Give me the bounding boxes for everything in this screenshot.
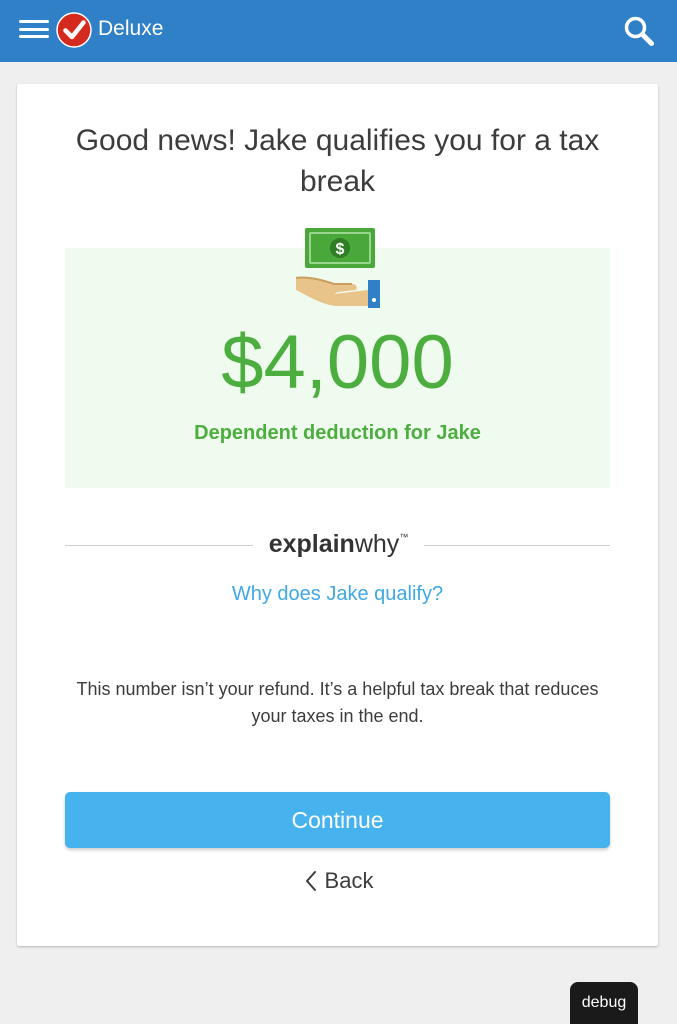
back-button[interactable]: Back: [289, 865, 389, 897]
cash-in-hand-icon: $: [295, 228, 380, 308]
page-title: Good news! Jake qualifies you for a tax …: [75, 124, 600, 198]
disclaimer-text: This number isn’t your refund. It’s a he…: [76, 679, 599, 726]
tax-break-card: Good news! Jake qualifies you for a tax …: [17, 84, 658, 946]
deduction-label: Dependent deduction for Jake: [194, 422, 481, 444]
deduction-amount: $4,000: [221, 320, 454, 405]
trademark-symbol: ™: [399, 532, 409, 542]
explain-why-brand-light: why: [354, 530, 400, 558]
explain-why-logo: explainwhy™: [253, 529, 424, 559]
hamburger-menu-icon[interactable]: [19, 17, 49, 41]
product-name: Deluxe: [98, 17, 164, 40]
search-icon[interactable]: [622, 14, 656, 48]
checkmark-logo-icon: [56, 12, 92, 48]
app-header: Deluxe: [0, 0, 677, 62]
continue-button[interactable]: Continue: [65, 792, 610, 848]
why-does-jake-qualify-link[interactable]: Why does Jake qualify?: [65, 581, 610, 607]
explain-why-brand-strong: explain: [268, 530, 355, 558]
back-label: Back: [324, 868, 374, 893]
debug-button[interactable]: debug: [570, 982, 638, 1024]
svg-text:$: $: [336, 241, 345, 258]
divider-left: [65, 545, 253, 546]
chevron-left-icon: [305, 871, 316, 891]
divider-right: [424, 545, 610, 546]
